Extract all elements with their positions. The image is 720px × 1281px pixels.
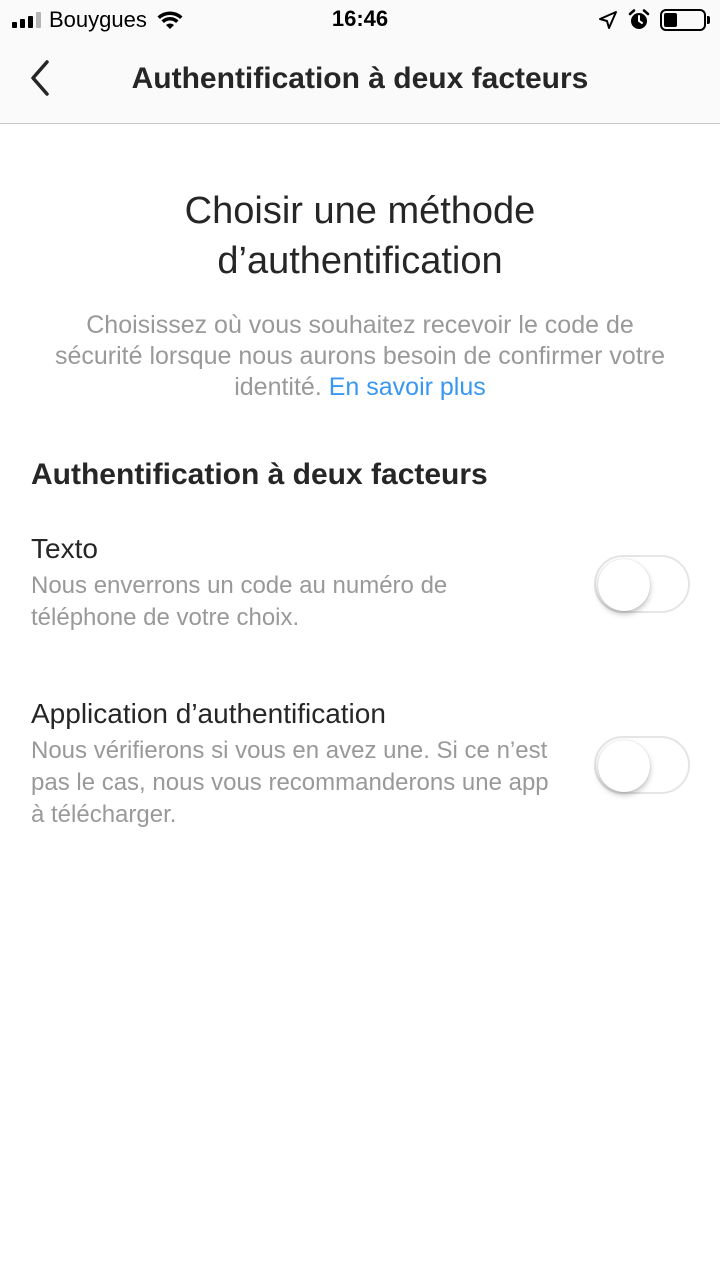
status-right <box>598 6 710 34</box>
battery-icon <box>660 9 710 31</box>
option-description: Nous vérifierons si vous en avez une. Si… <box>31 737 549 828</box>
option-label: Application d’authentification <box>31 698 386 729</box>
toggle-knob <box>598 559 650 611</box>
method-description: Choisissez où vous souhaitez recevoir le… <box>40 310 680 403</box>
option-description: Nous enverrons un code au numéro de télé… <box>31 572 448 631</box>
learn-more-link[interactable]: En savoir plus <box>329 373 486 401</box>
text-message-toggle[interactable] <box>594 555 690 613</box>
status-bar: Bouygues 16:46 <box>0 0 720 40</box>
option-authenticator-app: Application d’authentification Nous véri… <box>31 697 691 831</box>
navigation-bar: Authentification à deux facteurs <box>0 40 720 124</box>
section-title: Authentification à deux facteurs <box>31 458 488 491</box>
page-title: Authentification à deux facteurs <box>131 62 589 95</box>
method-heading: Choisir une méthode d’authentification <box>184 190 536 282</box>
authenticator-app-toggle[interactable] <box>594 736 690 794</box>
toggle-knob <box>598 740 650 792</box>
location-arrow-icon <box>599 11 617 29</box>
option-text-message: Texto Nous enverrons un code au numéro d… <box>31 532 691 634</box>
option-label: Texto <box>31 533 98 564</box>
alarm-clock-icon <box>628 9 650 29</box>
